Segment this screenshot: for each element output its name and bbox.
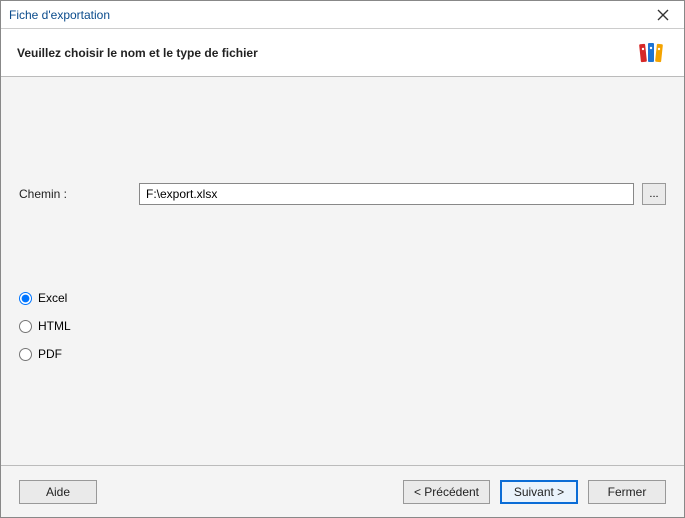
help-button[interactable]: Aide (19, 480, 97, 504)
previous-button[interactable]: < Précédent (403, 480, 490, 504)
radio-html[interactable]: HTML (19, 319, 71, 333)
browse-button[interactable]: ... (642, 183, 666, 205)
radio-excel-input[interactable] (19, 292, 32, 305)
radio-pdf[interactable]: PDF (19, 347, 71, 361)
close-icon[interactable] (648, 4, 678, 26)
next-button[interactable]: Suivant > (500, 480, 578, 504)
window-title: Fiche d'exportation (9, 8, 110, 22)
radio-html-input[interactable] (19, 320, 32, 333)
path-label: Chemin : (19, 187, 139, 201)
close-button[interactable]: Fermer (588, 480, 666, 504)
radio-excel-label: Excel (38, 291, 67, 305)
wizard-footer: Aide < Précédent Suivant > Fermer (1, 465, 684, 517)
wizard-header: Veuillez choisir le nom et le type de fi… (1, 29, 684, 77)
radio-pdf-input[interactable] (19, 348, 32, 361)
footer-right: < Précédent Suivant > Fermer (403, 480, 666, 504)
radio-pdf-label: PDF (38, 347, 62, 361)
radio-html-label: HTML (38, 319, 71, 333)
wizard-subtitle: Veuillez choisir le nom et le type de fi… (17, 46, 258, 60)
export-wizard-window: Fiche d'exportation Veuillez choisir le … (0, 0, 685, 518)
path-input[interactable] (139, 183, 634, 205)
binders-icon (638, 41, 668, 65)
format-radio-group: Excel HTML PDF (19, 291, 71, 375)
titlebar: Fiche d'exportation (1, 1, 684, 29)
radio-excel[interactable]: Excel (19, 291, 71, 305)
wizard-content: Chemin : ... Excel HTML PDF (1, 77, 684, 465)
path-row: Chemin : ... (19, 183, 666, 205)
